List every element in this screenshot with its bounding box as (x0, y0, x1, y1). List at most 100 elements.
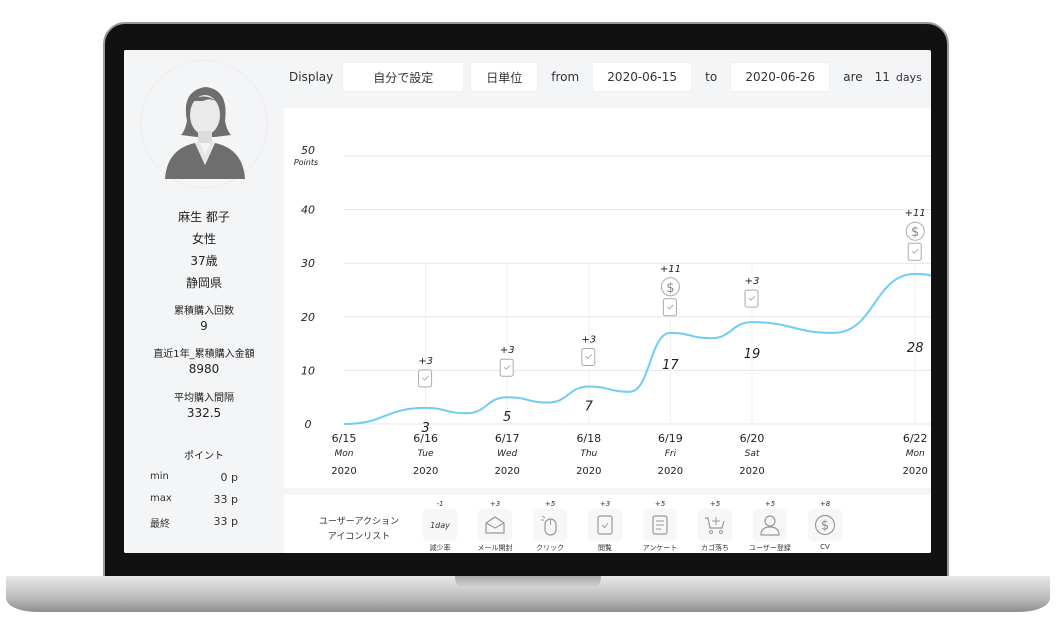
to-date-input[interactable]: 2020-06-26 (731, 63, 830, 91)
profile-gender: 女性 (191, 232, 216, 246)
stat-label: 直近1年_累積購入金額 (153, 349, 255, 360)
date-toolbar: Display 自分で設定 日単位 from 2020-06-15 to 202… (284, 62, 931, 92)
dollar-icon: $ (809, 510, 841, 540)
points-label: min (150, 471, 169, 482)
x-tick-year: 2020 (739, 466, 764, 477)
check-icon (499, 358, 514, 377)
mouse-click-icon (534, 510, 566, 540)
dollar-sign: $ (666, 281, 674, 296)
one-day-text: 1day (430, 520, 450, 530)
action-item: -1 1day 減少率 (420, 495, 460, 553)
action-item: +5 カゴ落ち (695, 495, 735, 553)
x-tick-year: 2020 (902, 466, 927, 477)
action-points: -1 (436, 500, 444, 508)
x-tick-date: 6/22 (903, 432, 928, 445)
action-item: +3 メール開封 (475, 495, 515, 553)
y-axis-label: Points (294, 158, 318, 167)
x-tick-day: Thu (580, 449, 597, 459)
check-icon (581, 347, 596, 366)
svg-text:$: $ (821, 519, 829, 534)
x-tick-day: Tue (418, 449, 434, 459)
points-chart: 0 10 20 30 40 50 Points 6/15 Mon 2020 6/16 Tue 2020 6… (284, 108, 931, 488)
laptop-notch (455, 576, 601, 588)
stat-value: 332.5 (186, 406, 222, 420)
x-tick-date: 6/15 (332, 432, 357, 445)
action-item: +5 ユーザー登録 (749, 495, 791, 553)
action-item: +8 $ CV (805, 495, 845, 551)
y-tick-label: 40 (301, 204, 315, 217)
y-tick-label: 20 (301, 311, 315, 324)
profile-prefecture: 静岡県 (185, 276, 222, 290)
stat-value: 9 (200, 319, 208, 333)
profile-age: 37歳 (190, 254, 218, 268)
y-tick-label: 0 (305, 418, 312, 431)
user-avatar-icon (165, 87, 245, 179)
profile-sidebar: 麻生 都子 女性 37歳 静岡県 累積購入回数 9 直近1年_累積購入金額 89… (124, 50, 284, 553)
action-icon-list: ユーザーアクション アイコンリスト -1 1day 減少率 +3 メール開封 +5 クリック… (284, 495, 931, 553)
points-value: 33 p (213, 493, 238, 506)
action-points: +3 (599, 500, 611, 508)
days-unit: days (895, 70, 922, 84)
x-tick-year: 2020 (576, 466, 601, 477)
action-label: カゴ落ち (701, 544, 729, 552)
data-label: 19 (744, 347, 761, 362)
stat-value: 8980 (188, 362, 220, 376)
check-icon (907, 242, 922, 261)
x-tick-date: 6/19 (658, 432, 683, 445)
survey-icon (644, 510, 676, 540)
from-date-input[interactable]: 2020-06-15 (593, 63, 692, 91)
x-tick-day: Mon (335, 449, 354, 459)
action-points: +5 (764, 500, 776, 508)
data-label: 3 (421, 421, 429, 436)
one-day-icon: 1day (424, 510, 456, 540)
action-list-title: ユーザーアクション (318, 517, 399, 527)
action-label: CV (820, 543, 830, 551)
to-label: to (705, 70, 718, 84)
are-label: are (843, 70, 863, 84)
action-item: +3 閲覧 (585, 495, 625, 553)
x-tick-date: 6/20 (740, 432, 765, 445)
data-label: 17 (662, 358, 679, 373)
y-tick-label: 30 (301, 257, 315, 270)
unit-select[interactable]: 日単位 (471, 63, 538, 91)
annotation-delta: +11 (905, 208, 926, 219)
x-tick-day: Wed (497, 449, 517, 459)
points-value: 0 p (220, 471, 238, 484)
action-points: +8 (819, 500, 831, 508)
display-mode-select[interactable]: 自分で設定 (343, 63, 464, 91)
display-label: Display (289, 70, 334, 84)
stat-label: 累積購入回数 (174, 306, 234, 317)
action-list-title: アイコンリスト (327, 532, 391, 542)
x-tick-year: 2020 (331, 466, 356, 477)
action-points: +5 (709, 500, 721, 508)
check-icon (662, 298, 677, 317)
action-label: クリック (536, 544, 564, 552)
x-tick-day: Sat (745, 449, 760, 459)
check-icon (589, 510, 621, 540)
action-points: +3 (489, 500, 501, 508)
action-label: ユーザー登録 (749, 544, 791, 552)
profile-name: 麻生 都子 (178, 210, 230, 224)
stat-label: 平均購入間隔 (174, 393, 234, 404)
x-tick-year: 2020 (658, 466, 683, 477)
action-label: メール開封 (477, 544, 513, 552)
mail-open-icon (479, 510, 511, 540)
points-label: 最終 (150, 519, 170, 530)
check-icon (418, 369, 433, 388)
y-tick-label: 10 (301, 364, 315, 377)
y-tick-label: 50 (301, 144, 315, 157)
x-tick-date: 6/18 (576, 432, 601, 445)
action-item: +5 クリック (530, 495, 570, 553)
x-tick-year: 2020 (494, 466, 519, 477)
action-points: +5 (654, 500, 666, 508)
avatar (140, 60, 268, 188)
annotation-delta: +3 (418, 356, 433, 367)
annotation-delta: +3 (581, 334, 596, 345)
from-label: from (551, 70, 580, 84)
chart-svg: 01020304050Points6/15Mon20206/16Tue20206… (294, 144, 931, 477)
screen: 麻生 都子 女性 37歳 静岡県 累積購入回数 9 直近1年_累積購入金額 89… (124, 50, 931, 553)
action-item: +5 アンケート (640, 495, 680, 553)
days-count: 11 (874, 70, 890, 84)
check-icon (744, 289, 759, 308)
annotation-delta: +11 (660, 264, 681, 275)
